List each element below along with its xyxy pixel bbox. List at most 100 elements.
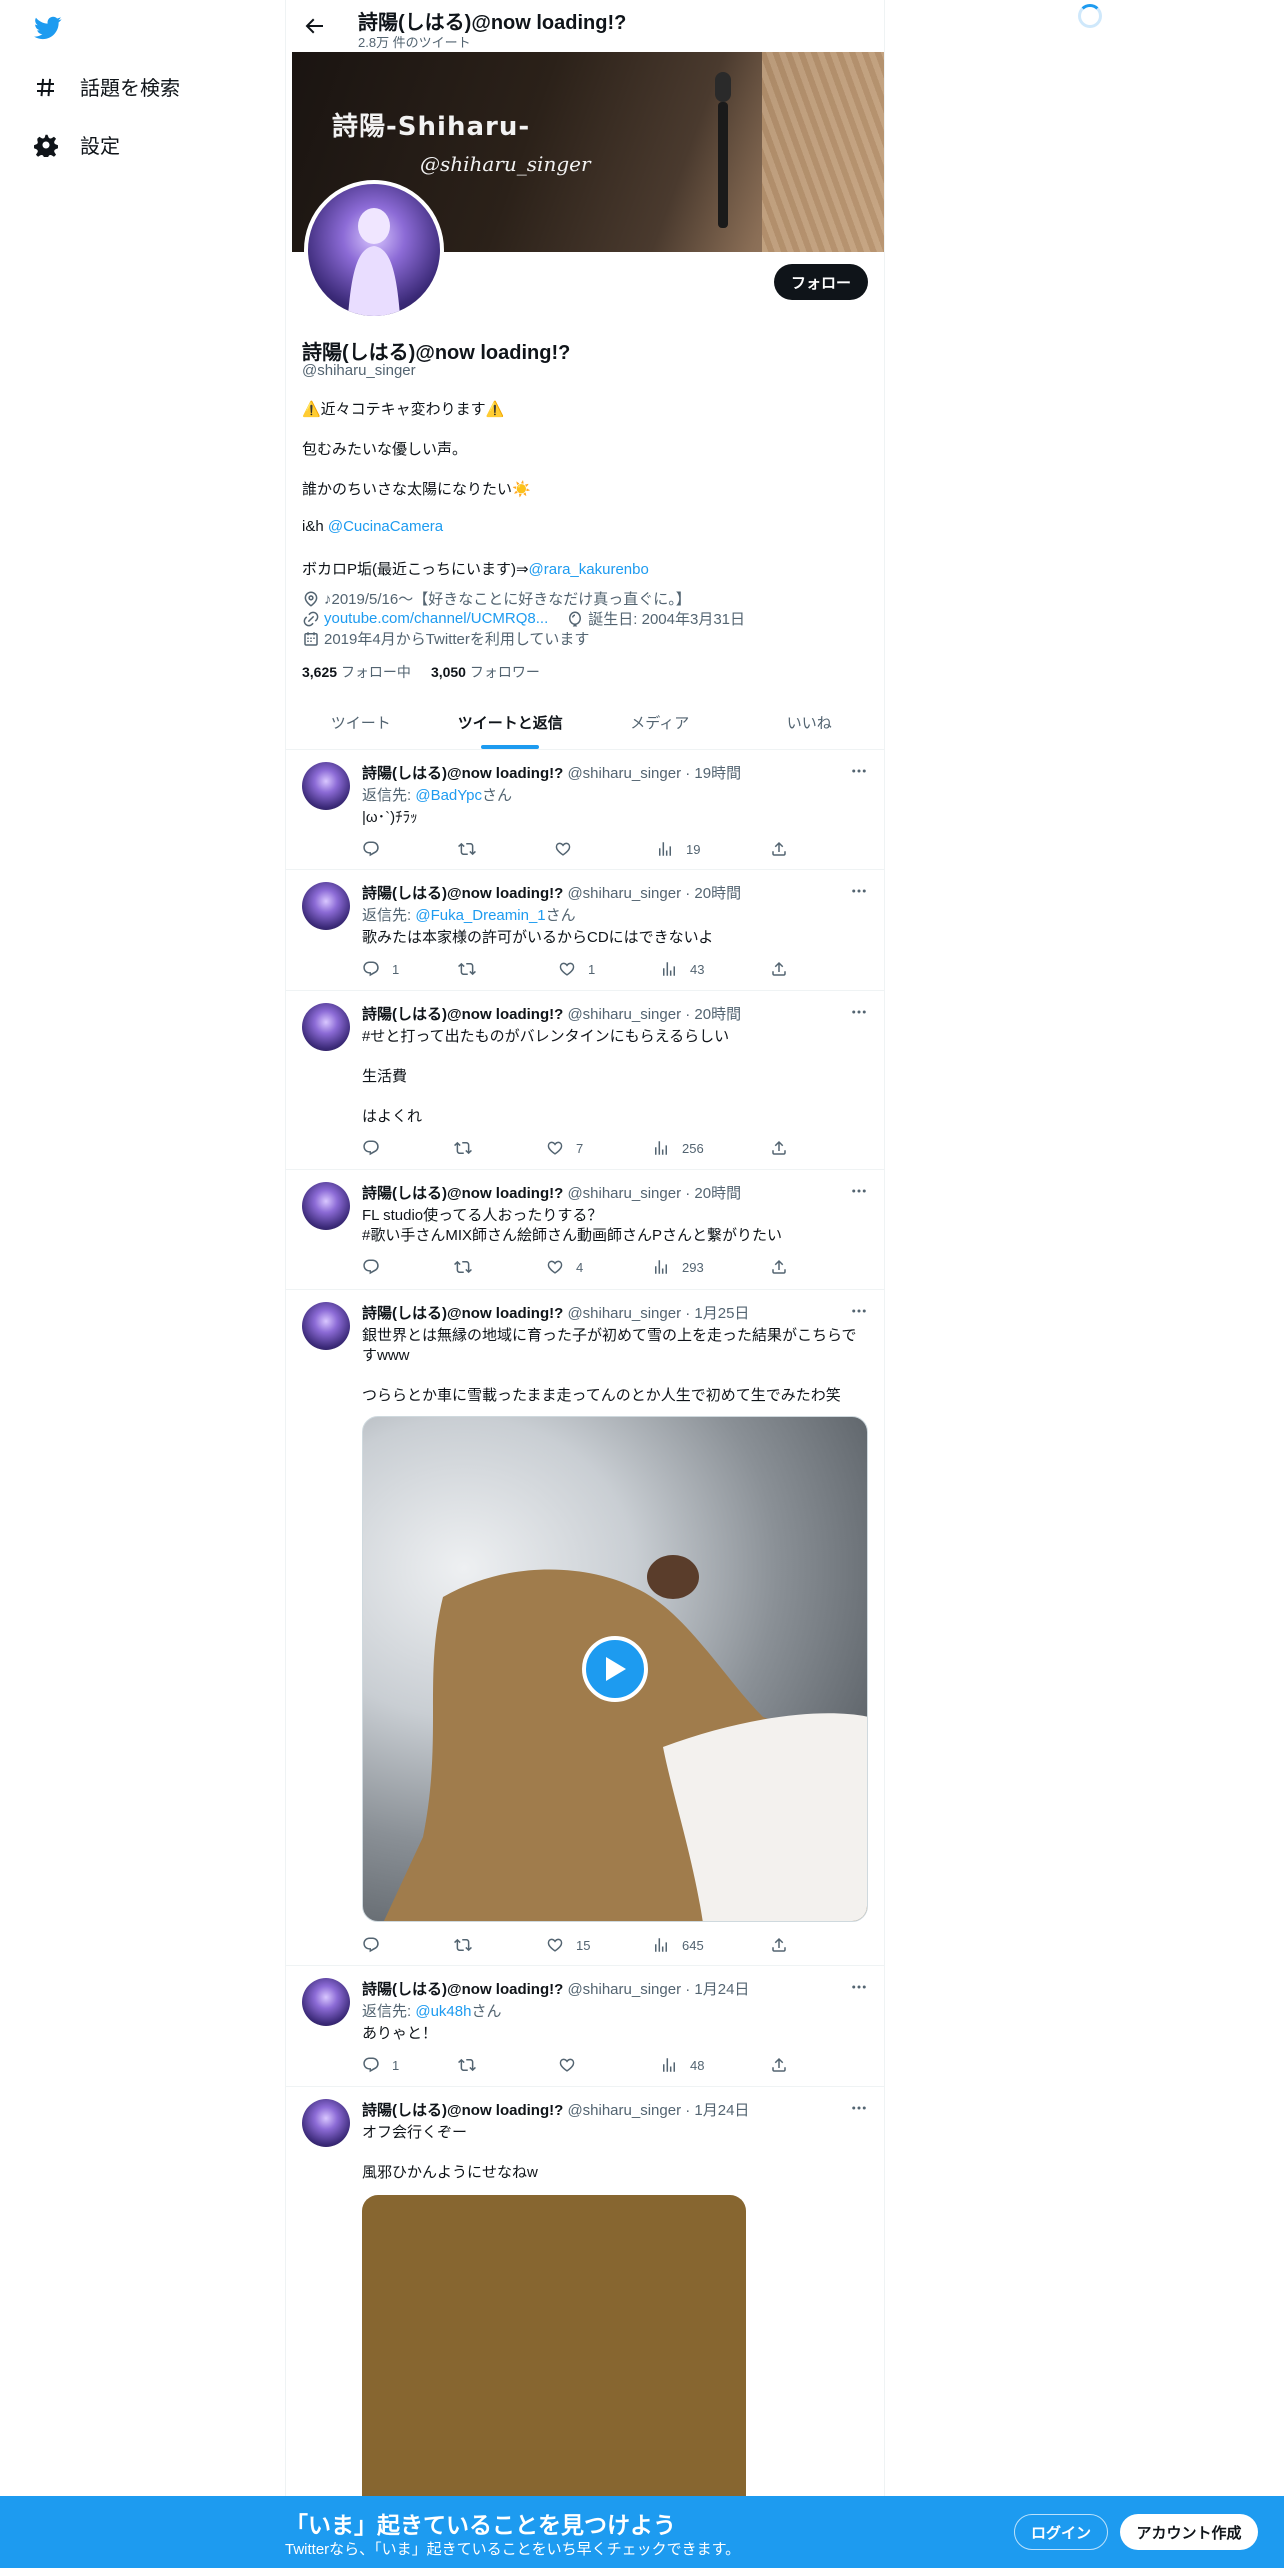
reply-count: 1 xyxy=(392,961,400,977)
followers-link[interactable]: 3,050 フォロワー xyxy=(431,662,540,682)
tweet-avatar[interactable] xyxy=(302,1978,350,2026)
tweet[interactable]: 詩陽(しはる)@now loading!? @shiharu_singer · … xyxy=(286,870,884,991)
like-button[interactable]: 7 xyxy=(546,1139,583,1157)
tweet-avatar[interactable] xyxy=(302,762,350,810)
share-button[interactable] xyxy=(770,2056,788,2074)
tweet-author-name[interactable]: 詩陽(しはる)@now loading!? xyxy=(362,2102,563,2119)
tweet-image[interactable] xyxy=(362,2195,746,2515)
tweet[interactable]: 詩陽(しはる)@now loading!? @shiharu_singer · … xyxy=(286,1966,884,2087)
views-button[interactable]: 19 xyxy=(656,840,700,858)
tweet-header: 詩陽(しはる)@now loading!? @shiharu_singer · … xyxy=(362,762,741,783)
reply-button[interactable]: 1 xyxy=(362,2056,399,2074)
views-button[interactable]: 256 xyxy=(652,1139,704,1157)
retweet-button[interactable] xyxy=(454,1936,484,1954)
bio-line-ih: i&h @CucinaCamera xyxy=(302,518,443,535)
reply-button[interactable] xyxy=(362,1258,392,1276)
share-button[interactable] xyxy=(770,960,788,978)
reply-button[interactable]: 1 xyxy=(362,960,399,978)
tweet-avatar[interactable] xyxy=(302,882,350,930)
retweet-button[interactable] xyxy=(458,840,488,858)
like-button[interactable]: 4 xyxy=(546,1258,583,1276)
tweet[interactable]: 詩陽(しはる)@now loading!? @shiharu_singer · … xyxy=(286,2087,884,2515)
like-button[interactable]: 15 xyxy=(546,1936,590,1954)
views-button[interactable]: 43 xyxy=(660,960,704,978)
reply-button[interactable] xyxy=(362,1936,392,1954)
twitter-bird-icon[interactable] xyxy=(32,14,64,42)
share-button[interactable] xyxy=(770,1139,788,1157)
like-button[interactable] xyxy=(558,2056,588,2074)
tweet[interactable]: 詩陽(しはる)@now loading!? @shiharu_singer · … xyxy=(286,991,884,1170)
tweet-author-name[interactable]: 詩陽(しはる)@now loading!? xyxy=(362,1305,563,1322)
views-button[interactable]: 293 xyxy=(652,1258,704,1276)
tweet-meta: @shiharu_singer · 1月24日 xyxy=(567,2102,750,2119)
follow-button[interactable]: フォロー xyxy=(774,264,868,300)
more-options-icon[interactable] xyxy=(850,2099,868,2117)
reply-to-link[interactable]: @BadYpc xyxy=(415,787,482,804)
like-button[interactable] xyxy=(554,840,584,858)
share-button[interactable] xyxy=(770,1258,788,1276)
profile-avatar[interactable] xyxy=(304,180,444,320)
tweet-hashtag[interactable]: #歌い手さんMIX師さん絵師さん動画師さんPさんと繋がりたい xyxy=(362,1224,782,1245)
more-options-icon[interactable] xyxy=(850,1182,868,1200)
tweet-video[interactable] xyxy=(362,1416,868,1922)
share-button[interactable] xyxy=(770,1936,788,1954)
banner-handle: @shiharu_singer xyxy=(420,152,591,176)
more-options-icon[interactable] xyxy=(850,1978,868,1996)
reply-button[interactable] xyxy=(362,1139,392,1157)
following-link[interactable]: 3,625 フォロー中 xyxy=(302,662,411,682)
login-button[interactable]: ログイン xyxy=(1014,2514,1108,2550)
bio-vocalo-link[interactable]: @rara_kakurenbo xyxy=(529,561,649,578)
nav-explore[interactable]: 話題を検索 xyxy=(34,72,180,101)
tweet-avatar[interactable] xyxy=(302,1302,350,1350)
more-options-icon[interactable] xyxy=(850,882,868,900)
tweet-avatar[interactable] xyxy=(302,2099,350,2147)
reply-to-link[interactable]: @uk48h xyxy=(415,2003,471,2020)
reply-to-link[interactable]: @Fuka_Dreamin_1 xyxy=(415,907,545,924)
tab-tweets-and-replies[interactable]: ツイートと返信 xyxy=(436,696,586,749)
tweet-author-name[interactable]: 詩陽(しはる)@now loading!? xyxy=(362,1185,563,1202)
retweet-button[interactable] xyxy=(458,960,488,978)
retweet-button[interactable] xyxy=(454,1139,484,1157)
play-button[interactable] xyxy=(582,1636,648,1702)
tweet[interactable]: 詩陽(しはる)@now loading!? @shiharu_singer · … xyxy=(286,750,884,870)
tweet-author-name[interactable]: 詩陽(しはる)@now loading!? xyxy=(362,1006,563,1023)
nav-explore-label: 話題を検索 xyxy=(80,78,180,100)
tweet-header: 詩陽(しはる)@now loading!? @shiharu_singer · … xyxy=(362,882,741,903)
like-count: 15 xyxy=(576,1937,591,1953)
like-button[interactable]: 1 xyxy=(558,960,595,978)
retweet-button[interactable] xyxy=(458,2056,488,2074)
share-icon xyxy=(770,1258,788,1276)
more-options-icon[interactable] xyxy=(850,1302,868,1320)
retweet-button[interactable] xyxy=(454,1258,484,1276)
heart-icon xyxy=(554,840,572,858)
tweet-header: 詩陽(しはる)@now loading!? @shiharu_singer · … xyxy=(362,1302,749,1323)
tweet-avatar[interactable] xyxy=(302,1003,350,1051)
like-count: 4 xyxy=(576,1259,584,1275)
tab-media[interactable]: メディア xyxy=(585,696,735,749)
tweet-author-name[interactable]: 詩陽(しはる)@now loading!? xyxy=(362,765,563,782)
back-arrow-icon[interactable] xyxy=(302,14,326,38)
following-count: 3,625 xyxy=(302,664,338,680)
tweet-actions: 1 48 xyxy=(362,2056,794,2076)
website-link[interactable]: youtube.com/channel/UCMRQ8... xyxy=(324,610,548,627)
share-button[interactable] xyxy=(770,840,788,858)
more-options-icon[interactable] xyxy=(850,762,868,780)
tweet-actions: 1 1 43 xyxy=(362,960,794,980)
tab-tweets[interactable]: ツイート xyxy=(286,696,436,749)
tweet[interactable]: 詩陽(しはる)@now loading!? @shiharu_singer · … xyxy=(286,1290,884,1966)
signup-button[interactable]: アカウント作成 xyxy=(1120,2514,1258,2550)
more-options-icon[interactable] xyxy=(850,1003,868,1021)
views-button[interactable]: 645 xyxy=(652,1936,704,1954)
views-button[interactable]: 48 xyxy=(660,2056,704,2074)
tweet[interactable]: 詩陽(しはる)@now loading!? @shiharu_singer · … xyxy=(286,1170,884,1290)
tweet-actions: 4 293 xyxy=(362,1258,794,1278)
nav-settings[interactable]: 設定 xyxy=(34,130,120,159)
reply-button[interactable] xyxy=(362,840,392,858)
tweet-avatar[interactable] xyxy=(302,1182,350,1230)
bio-ih-link[interactable]: @CucinaCamera xyxy=(328,518,443,535)
tab-likes[interactable]: いいね xyxy=(735,696,885,749)
tweet-hashtag[interactable]: #せと打って出たものがバレンタインにもらえるらしい xyxy=(362,1025,729,1046)
tweet-author-name[interactable]: 詩陽(しはる)@now loading!? xyxy=(362,885,563,902)
reply-icon xyxy=(362,1139,380,1157)
tweet-author-name[interactable]: 詩陽(しはる)@now loading!? xyxy=(362,1981,563,1998)
